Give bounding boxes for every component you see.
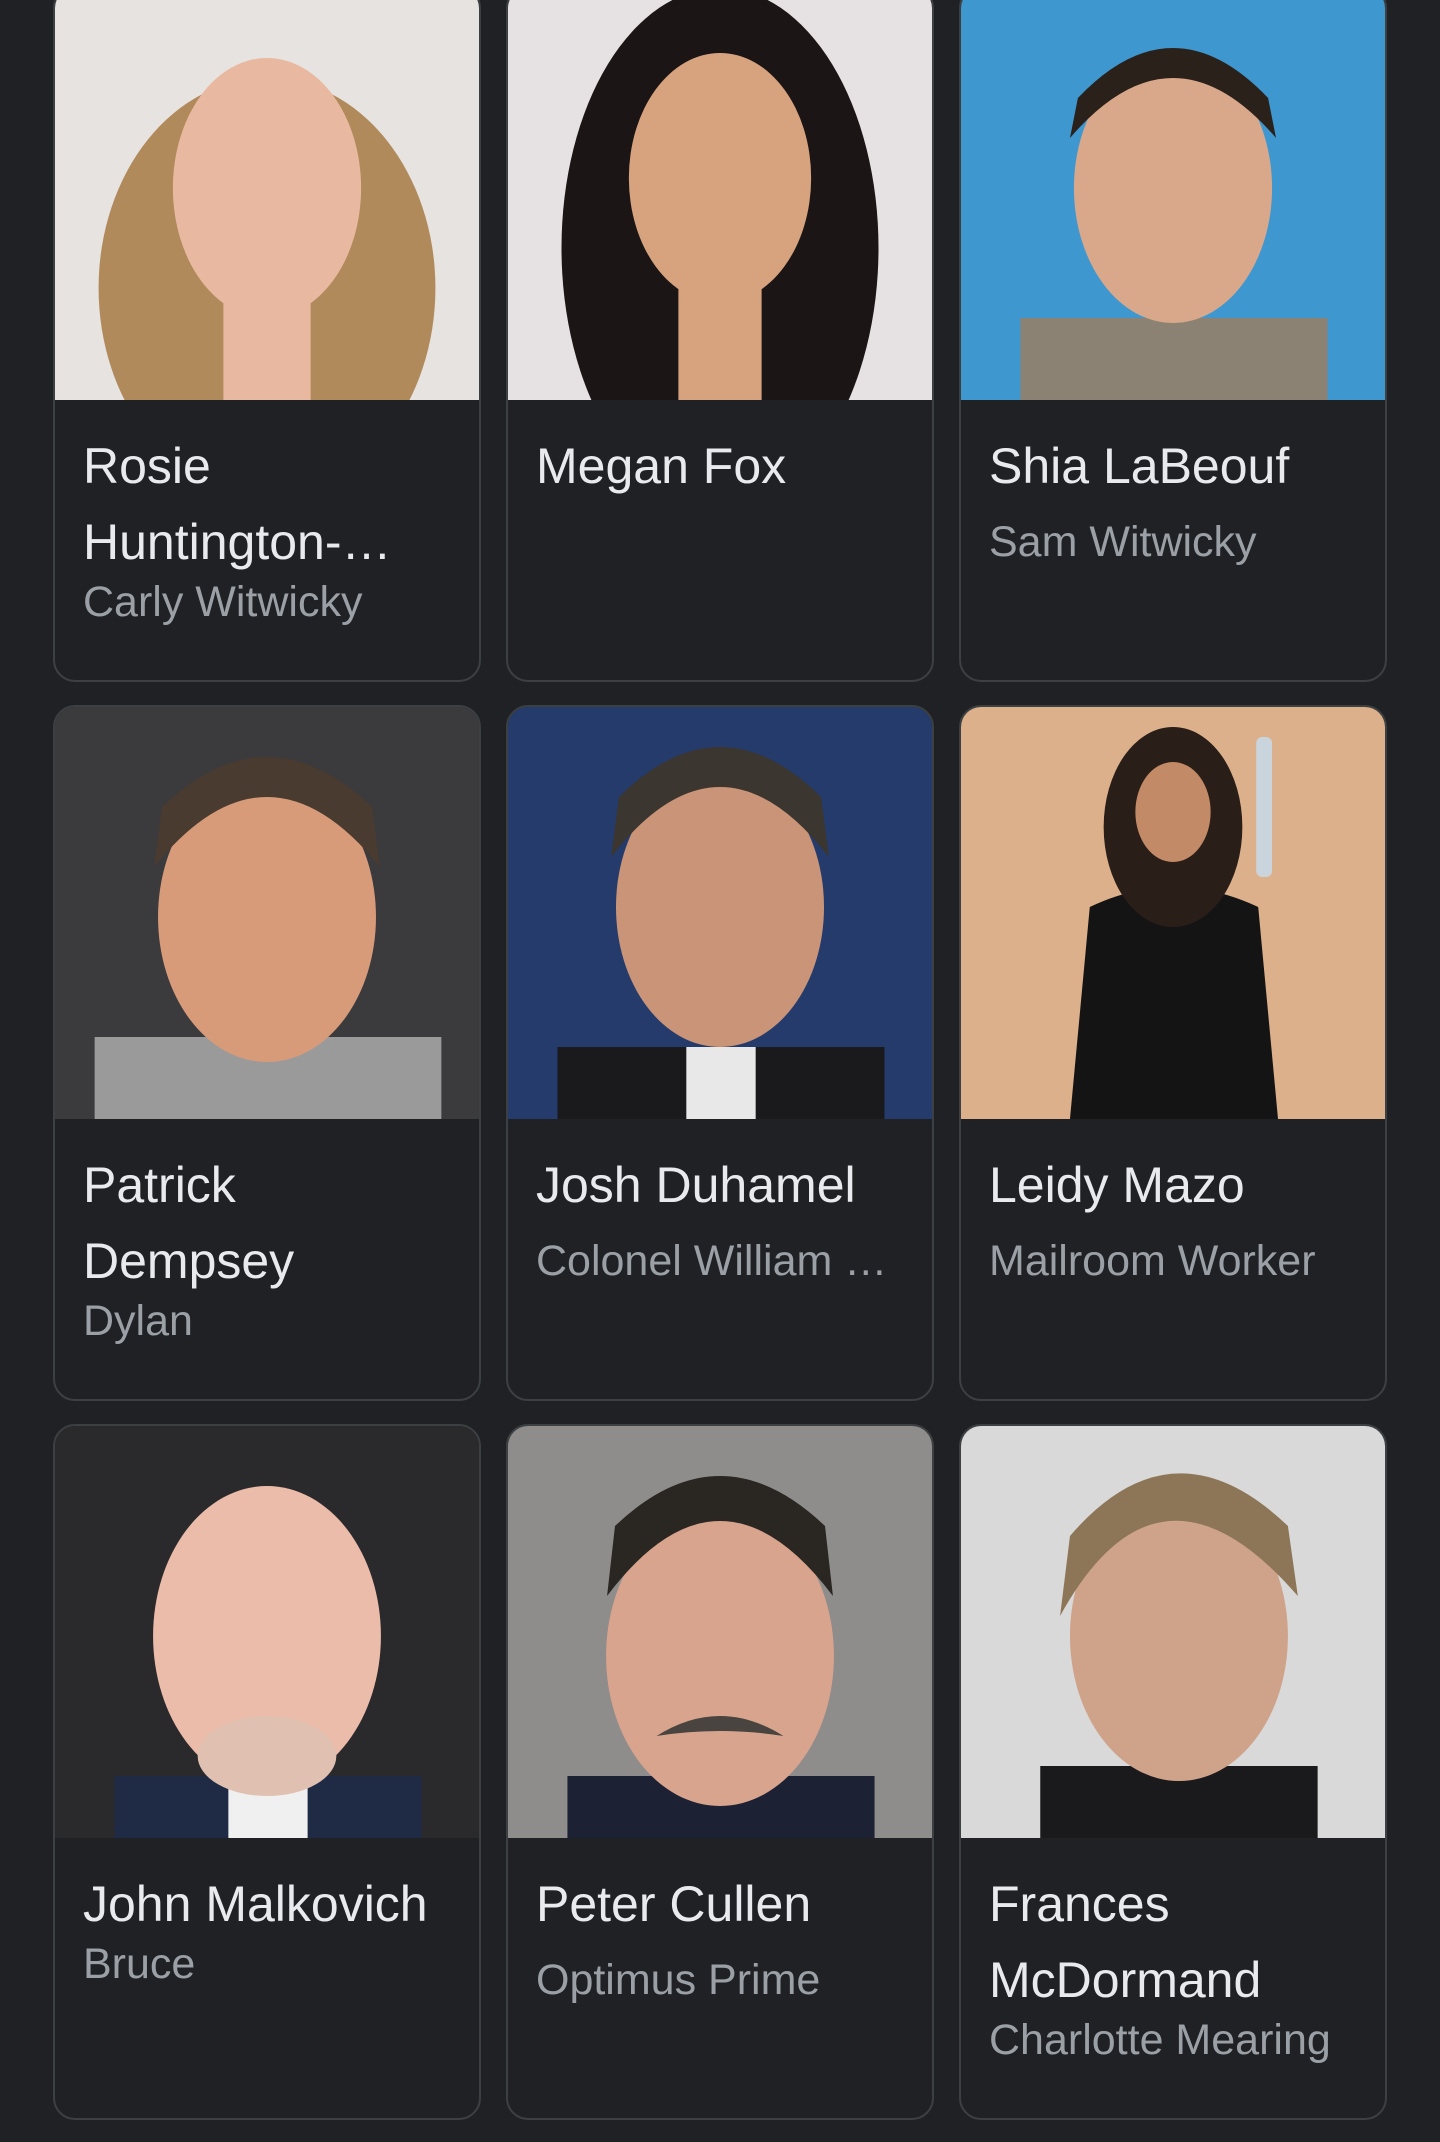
character-name: Optimus Prime xyxy=(536,1956,821,2004)
cast-photo xyxy=(508,1426,932,1838)
character-name: Dylan xyxy=(83,1297,193,1345)
cast-card-peter-cullen[interactable]: Peter Cullen Optimus Prime xyxy=(506,1424,934,2120)
actor-name: Leidy Mazo xyxy=(989,1157,1245,1213)
character-name: Charlotte Mearing xyxy=(989,2016,1331,2064)
cast-card-rosie-huntington-whiteley[interactable]: Rosie Huntington-Whiteley Carly Witwicky xyxy=(53,0,481,682)
portrait-image xyxy=(961,0,1385,400)
portrait-image xyxy=(55,0,479,400)
cast-photo xyxy=(508,0,932,400)
cast-photo xyxy=(961,0,1385,400)
character-name: Bruce xyxy=(83,1940,196,1988)
cast-photo xyxy=(508,707,932,1119)
cast-card-megan-fox[interactable]: Megan Fox xyxy=(506,0,934,682)
character-name: Mailroom Worker xyxy=(989,1237,1316,1285)
portrait-image xyxy=(55,1426,479,1838)
cast-card-patrick-dempsey[interactable]: Patrick Dempsey Dylan xyxy=(53,705,481,1401)
portrait-image xyxy=(508,0,932,400)
actor-name: Frances McDormand xyxy=(989,1876,1262,2008)
character-name: Carly Witwicky xyxy=(83,578,363,626)
cast-grid: Rosie Huntington-Whiteley Carly Witwicky… xyxy=(53,0,1389,2120)
cast-card-frances-mcdormand[interactable]: Frances McDormand Charlotte Mearing xyxy=(959,1424,1387,2120)
cast-photo xyxy=(55,1426,479,1838)
cast-card-shia-labeouf[interactable]: Shia LaBeouf Sam Witwicky xyxy=(959,0,1387,682)
cast-photo xyxy=(961,1426,1385,1838)
cast-photo xyxy=(961,707,1385,1119)
cast-card-john-malkovich[interactable]: John Malkovich Bruce xyxy=(53,1424,481,2120)
character-name: Colonel William Lennox xyxy=(536,1237,904,1285)
actor-name: Josh Duhamel xyxy=(536,1157,856,1213)
actor-name: Peter Cullen xyxy=(536,1876,812,1932)
actor-name: Megan Fox xyxy=(536,438,787,494)
portrait-image xyxy=(961,707,1385,1119)
portrait-image xyxy=(508,1426,932,1838)
actor-name: Rosie Huntington-Whiteley xyxy=(83,438,342,570)
portrait-image xyxy=(508,707,932,1119)
cast-photo xyxy=(55,0,479,400)
actor-name: Shia LaBeouf xyxy=(989,438,1290,494)
cast-card-leidy-mazo[interactable]: Leidy Mazo Mailroom Worker xyxy=(959,705,1387,1401)
cast-card-josh-duhamel[interactable]: Josh Duhamel Colonel William Lennox xyxy=(506,705,934,1401)
portrait-image xyxy=(961,1426,1385,1838)
portrait-image xyxy=(55,707,479,1119)
actor-name: Patrick Dempsey xyxy=(83,1157,295,1289)
actor-name: John Malkovich xyxy=(83,1876,428,1932)
character-name: Sam Witwicky xyxy=(989,518,1257,566)
cast-photo xyxy=(55,707,479,1119)
